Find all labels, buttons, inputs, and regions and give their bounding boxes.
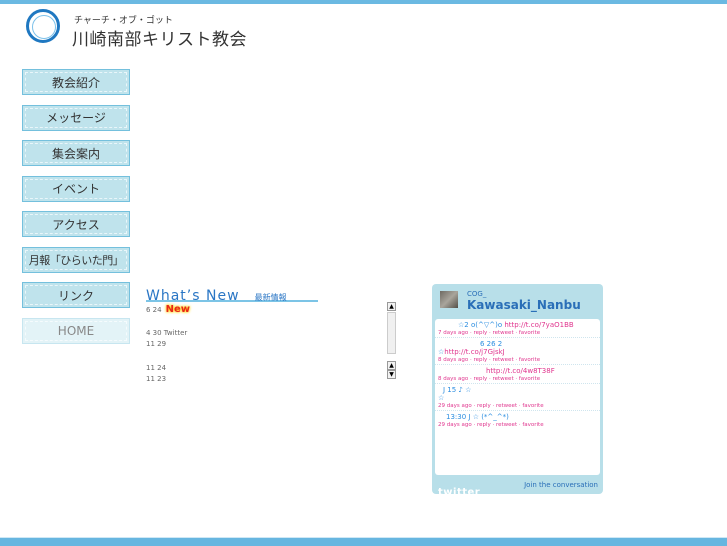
news-item[interactable]: 11 29 — [146, 339, 318, 351]
whats-new-section: What’s New 最新情報 6 24 New 4 30 Twitter 11 … — [146, 285, 318, 386]
twitter-account-name[interactable]: Kawasaki_Nanbu — [467, 298, 581, 312]
nav-links[interactable]: リンク — [22, 282, 130, 308]
news-scrollbar[interactable]: ▲ ▲ ▼ — [387, 302, 397, 379]
logo-ring-icon — [26, 9, 60, 43]
site-title: 川崎南部キリスト教会 — [72, 30, 247, 50]
news-item[interactable]: 6 24 New — [146, 304, 318, 316]
tweet-meta[interactable]: 29 days ago · reply · retweet · favorite — [438, 422, 596, 428]
tweet-meta[interactable]: 7 days ago · reply · retweet · favorite — [438, 330, 596, 336]
news-list: 6 24 New 4 30 Twitter 11 29 11 24 11 23 — [146, 304, 318, 386]
nav-events[interactable]: イベント — [22, 175, 130, 202]
twitter-avatar[interactable] — [440, 291, 458, 308]
tweet-text: ☆2 o(^▽^)o — [458, 321, 505, 329]
tweet-link[interactable]: http://t.co/4w8T38F — [486, 367, 555, 375]
tweet-meta[interactable]: 8 days ago · reply · retweet · favorite — [438, 357, 596, 363]
join-conversation-link[interactable]: Join the conversation — [524, 481, 598, 489]
scroll-up-icon[interactable]: ▲ — [387, 361, 396, 370]
nav-monthly-report[interactable]: 月報「ひらいた門」 — [22, 246, 130, 273]
star-icon: ☆ — [438, 394, 445, 402]
whats-new-title: What’s New — [146, 288, 240, 304]
main-nav: 教会紹介 メッセージ 集会案内 イベント アクセス 月報「ひらいた門」 リンク … — [22, 69, 132, 353]
tweet-list: ☆2 o(^▽^)o http://t.co/7yaO1BB 7 days ag… — [435, 319, 600, 475]
nav-message[interactable]: メッセージ — [22, 104, 130, 131]
top-accent-bar — [0, 0, 727, 4]
scroll-thumb[interactable] — [387, 312, 396, 354]
tweet-link[interactable]: http://t.co/7yaO1BB — [504, 321, 573, 329]
twitter-account-prefix: COG_ — [467, 290, 487, 298]
whats-new-header: What’s New 最新情報 — [146, 285, 318, 304]
twitter-logo-icon[interactable]: twitter — [438, 487, 480, 498]
tweet: ☆2 o(^▽^)o http://t.co/7yaO1BB 7 days ag… — [435, 319, 600, 338]
news-item[interactable]: 11 24 — [146, 363, 318, 375]
nav-access[interactable]: アクセス — [22, 211, 130, 237]
whats-new-subtitle: 最新情報 — [254, 293, 287, 302]
twitter-widget: COG_ Kawasaki_Nanbu ☆2 o(^▽^)o http://t.… — [432, 284, 603, 498]
tweet-link[interactable]: http://t.co/j7GjskJ — [444, 348, 504, 356]
tweet-text: 6 26 2 — [480, 340, 503, 348]
tweet: J 15 ♪ ☆ ☆ 29 days ago · reply · retweet… — [435, 384, 600, 411]
twitter-footer: twitter Join the conversation — [438, 480, 598, 499]
new-badge: New — [165, 304, 190, 315]
tweet-text: 13:30 J ☆ (*^_^*) — [446, 413, 509, 421]
news-item[interactable]: 4 30 Twitter — [146, 328, 318, 340]
nav-meetings[interactable]: 集会案内 — [22, 140, 130, 166]
nav-church-intro[interactable]: 教会紹介 — [22, 69, 130, 95]
tweet: 6 26 2 ☆http://t.co/j7GjskJ 8 days ago ·… — [435, 338, 600, 365]
tweet-meta[interactable]: 29 days ago · reply · retweet · favorite — [438, 403, 596, 409]
news-item[interactable]: 11 23 — [146, 374, 318, 386]
news-item-text: 6 24 — [146, 306, 162, 314]
tweet-meta[interactable]: 8 days ago · reply · retweet · favorite — [438, 376, 596, 382]
scroll-down-icon[interactable]: ▼ — [387, 370, 396, 379]
tweet: http://t.co/4w8T38F 8 days ago · reply ·… — [435, 365, 600, 384]
tweet: 13:30 J ☆ (*^_^*) 29 days ago · reply · … — [435, 411, 600, 429]
nav-home[interactable]: HOME — [22, 317, 130, 344]
tweet-text: J 15 ♪ ☆ — [443, 386, 472, 394]
scroll-up-icon[interactable]: ▲ — [387, 302, 396, 311]
